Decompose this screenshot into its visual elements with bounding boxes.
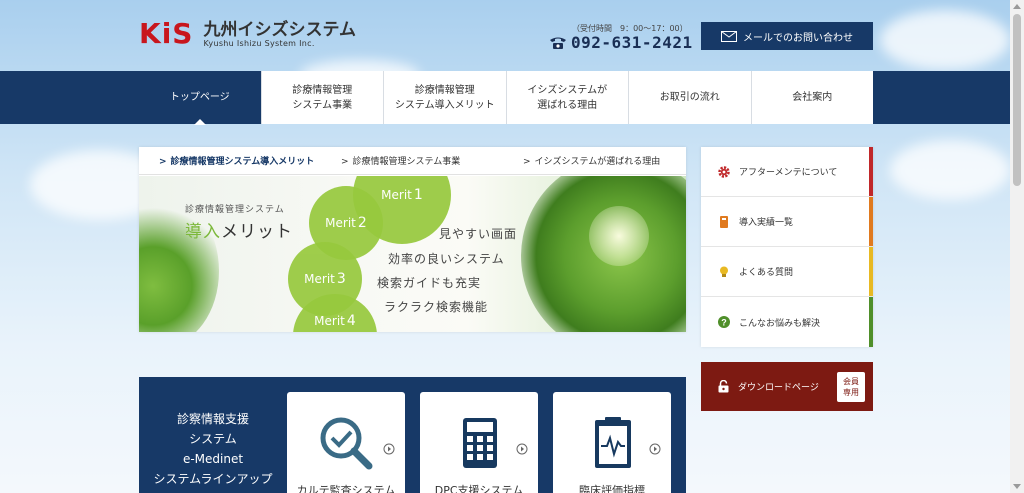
lineup-title: 診察情報支援 システム e-Medinet システムラインアップ	[153, 412, 273, 486]
merit-feature-2: 効率の良いシステム	[388, 252, 505, 266]
sunlight-decoration	[589, 206, 649, 266]
nav-item-label: トップページ	[169, 92, 230, 103]
nav-item-flow[interactable]: お取引の流れ	[629, 71, 752, 124]
download-page-button[interactable]: ダウンロードページ 会員 専用	[701, 362, 873, 411]
side-item-faq[interactable]: よくある質問	[701, 247, 873, 297]
merit-number: 2	[357, 215, 367, 231]
lock-icon	[718, 380, 729, 393]
nav-item-label: 診療情報管理 システム導入メリット	[394, 84, 495, 111]
phone-number[interactable]: 092-631-2421	[549, 33, 693, 52]
main-slider: > 診療情報管理システム導入メリット > 診療情報管理システム事業 > イシズシステム…	[139, 147, 686, 332]
slide-title-rest: メリット	[221, 222, 293, 242]
side-item-accent-bar	[869, 147, 873, 196]
nav-item-label: イシズシステムが 選ばれる理由	[527, 84, 608, 111]
page-scrollbar[interactable]	[1010, 0, 1024, 493]
lineup-card-clinical[interactable]: 臨床評価指標 の確立	[553, 392, 671, 493]
nav-item-business[interactable]: 診療情報管理 システム事業	[262, 71, 384, 124]
merit-number: 1	[413, 187, 423, 203]
side-item-solutions[interactable]: ? こんなお悩みも解決	[701, 297, 873, 347]
lineup-card-audit[interactable]: カルテ監査システム	[287, 392, 405, 493]
merit-feature-3: 検索ガイドも充実	[377, 276, 482, 290]
mail-contact-label: メールでのお問い合わせ	[743, 32, 853, 44]
scrollbar-thumb[interactable]	[1013, 14, 1021, 186]
slider-tab-merit[interactable]: > 診療情報管理システム導入メリット	[139, 154, 321, 167]
merit-number: 4	[346, 313, 356, 329]
merit-feature-4: ラクラク検索機能	[384, 300, 489, 314]
scroll-up-arrow-icon[interactable]	[1013, 4, 1021, 9]
download-page-label: ダウンロードページ	[738, 383, 819, 393]
book-icon	[720, 215, 728, 228]
circle-arrow-icon	[383, 443, 395, 455]
logo-company-name-en: Kyushu Ishizu System Inc.	[203, 38, 315, 48]
lineup-card-label: カルテ監査システム	[296, 484, 396, 493]
cloud-decoration	[890, 140, 1010, 200]
lineup-card-label: 臨床評価指標 の確立	[579, 484, 645, 493]
nav-item-top[interactable]: トップページ	[139, 71, 262, 125]
mail-contact-button[interactable]: メールでのお問い合わせ	[701, 22, 873, 50]
side-item-accent-bar	[869, 247, 873, 296]
logo-mark: KiS	[139, 17, 194, 50]
merit-label: Merit	[381, 188, 412, 202]
slider-tab-label: 診療情報管理システム導入メリット	[170, 157, 315, 167]
lineup-card-dpc[interactable]: DPC支援システム	[420, 392, 538, 493]
gear-icon	[718, 165, 730, 178]
cloud-decoration	[880, 10, 1010, 70]
side-item-accent-bar	[869, 297, 873, 347]
nav-item-label: 診療情報管理 システム事業	[292, 84, 353, 111]
merit-label: Merit	[304, 272, 335, 286]
slider-tab-business[interactable]: > 診療情報管理システム事業	[321, 154, 503, 167]
members-only-badge: 会員 専用	[837, 372, 865, 402]
nav-item-merit[interactable]: 診療情報管理 システム導入メリット	[384, 71, 507, 124]
slide-title: 導入メリット	[185, 217, 293, 242]
side-item-label: こんなお悩みも解決	[739, 318, 821, 329]
clipboard-chart-icon	[595, 417, 631, 468]
nav-item-label: 会社案内	[792, 92, 833, 103]
lineup-card-label: DPC支援システム	[434, 484, 524, 493]
merit-label: Merit	[325, 216, 356, 230]
side-item-label: よくある質問	[739, 268, 794, 278]
side-item-label: 導入実績一覧	[739, 218, 794, 228]
scroll-down-arrow-icon[interactable]	[1013, 484, 1021, 489]
question-icon: ?	[718, 316, 730, 328]
slide-subtitle: 診療情報管理システム	[185, 205, 285, 215]
merit-number: 3	[336, 271, 346, 287]
side-menu: アフターメンテについて 導入実績一覧 よくある質問 ? こんなお悩みも解決	[701, 147, 873, 347]
system-lineup: 診察情報支援 システム e-Medinet システムラインアップ カルテ監査シス…	[139, 377, 686, 493]
phone-number-text: 092-631-2421	[571, 33, 693, 52]
magnifier-check-icon	[320, 417, 373, 470]
circle-arrow-icon	[516, 443, 528, 455]
merit-feature-1: 見やすい画面	[439, 227, 518, 241]
slider-tab-label: イシズシステムが選ばれる理由	[534, 157, 661, 167]
side-item-results[interactable]: 導入実績一覧	[701, 197, 873, 247]
mail-icon	[721, 30, 737, 42]
nav-item-reason[interactable]: イシズシステムが 選ばれる理由	[507, 71, 629, 124]
slider-tab-reason[interactable]: > イシズシステムが選ばれる理由	[503, 154, 685, 167]
slide-title-accent: 導入	[185, 222, 221, 242]
site-logo[interactable]: KiS 九州イシズシステム Kyushu Ishizu System Inc.	[139, 20, 356, 48]
svg-text:?: ?	[721, 318, 727, 328]
nav-item-company[interactable]: 会社案内	[752, 71, 874, 124]
slider-tabs: > 診療情報管理システム導入メリット > 診療情報管理システム事業 > イシズシステム…	[139, 147, 686, 175]
slider-tab-label: 診療情報管理システム事業	[352, 157, 461, 167]
side-item-accent-bar	[869, 197, 873, 246]
lightbulb-icon	[720, 266, 728, 277]
logo-company-name: 九州イシズシステム	[203, 19, 356, 40]
side-item-label: アフターメンテについて	[739, 168, 838, 178]
calculator-icon	[463, 418, 497, 468]
slide-image[interactable]: 診療情報管理システム 導入メリット Merit 1 Merit 2 Merit 3 M…	[139, 176, 686, 332]
merit-label: Merit	[314, 314, 345, 328]
nav-item-label: お取引の流れ	[659, 92, 720, 103]
global-nav: トップページ 診療情報管理 システム事業 診療情報管理 システム導入メリット イ…	[139, 71, 874, 125]
circle-arrow-icon	[649, 443, 661, 455]
phone-icon	[550, 37, 566, 49]
side-item-after-maintenance[interactable]: アフターメンテについて	[701, 147, 873, 197]
